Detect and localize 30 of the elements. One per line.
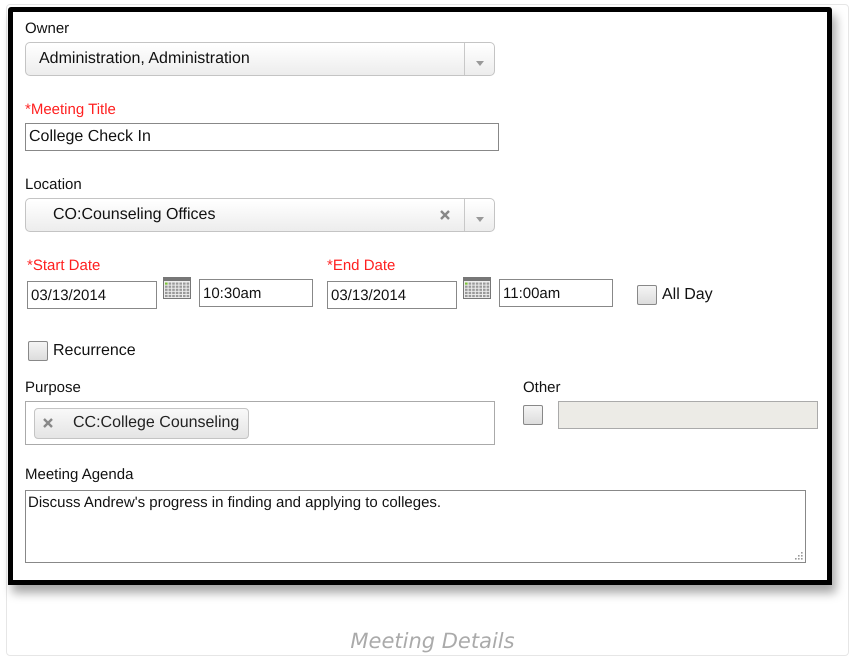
field-label: *End Date xyxy=(327,257,396,275)
dropdown[interactable]: CO:Counseling Offices xyxy=(25,198,495,232)
dropdown[interactable]: Administration, Administration xyxy=(25,42,495,76)
field-label: Meeting Agenda xyxy=(25,466,134,484)
figure-caption: Meeting Details xyxy=(350,629,515,653)
close-icon[interactable] xyxy=(440,210,450,220)
caret-icon xyxy=(476,60,484,66)
field-label: Owner xyxy=(25,20,70,38)
agenda-field[interactable]: Discuss Andrew's progress in finding and applying to colleges. xyxy=(25,490,806,563)
time-field[interactable]: 10:30am xyxy=(199,279,313,307)
time-field[interactable]: 11:00am xyxy=(499,279,613,307)
checkbox[interactable] xyxy=(637,285,657,305)
title-field[interactable]: College Check In xyxy=(25,123,499,151)
date-field[interactable]: 03/13/2014 xyxy=(27,281,157,309)
checkbox-label: Recurrence xyxy=(53,342,136,360)
field-label: Location xyxy=(25,176,83,194)
calendar-icon[interactable] xyxy=(463,277,491,299)
calendar-icon[interactable] xyxy=(163,277,191,299)
checkbox-label: All Day xyxy=(662,286,713,304)
date-field[interactable]: 03/13/2014 xyxy=(327,281,457,309)
close-icon[interactable] xyxy=(43,418,53,428)
field-label: Purpose xyxy=(25,379,82,397)
tag-field[interactable]: CC:College Counseling xyxy=(25,401,495,445)
field-label: *Meeting Title xyxy=(25,101,117,119)
field-label: *Start Date xyxy=(27,257,102,275)
caret-icon xyxy=(476,216,484,222)
field-label: Other xyxy=(523,379,562,397)
checkbox[interactable] xyxy=(28,341,48,361)
tag-label: CC:College Counseling xyxy=(73,414,240,432)
resize-handle-icon[interactable] xyxy=(793,550,803,560)
